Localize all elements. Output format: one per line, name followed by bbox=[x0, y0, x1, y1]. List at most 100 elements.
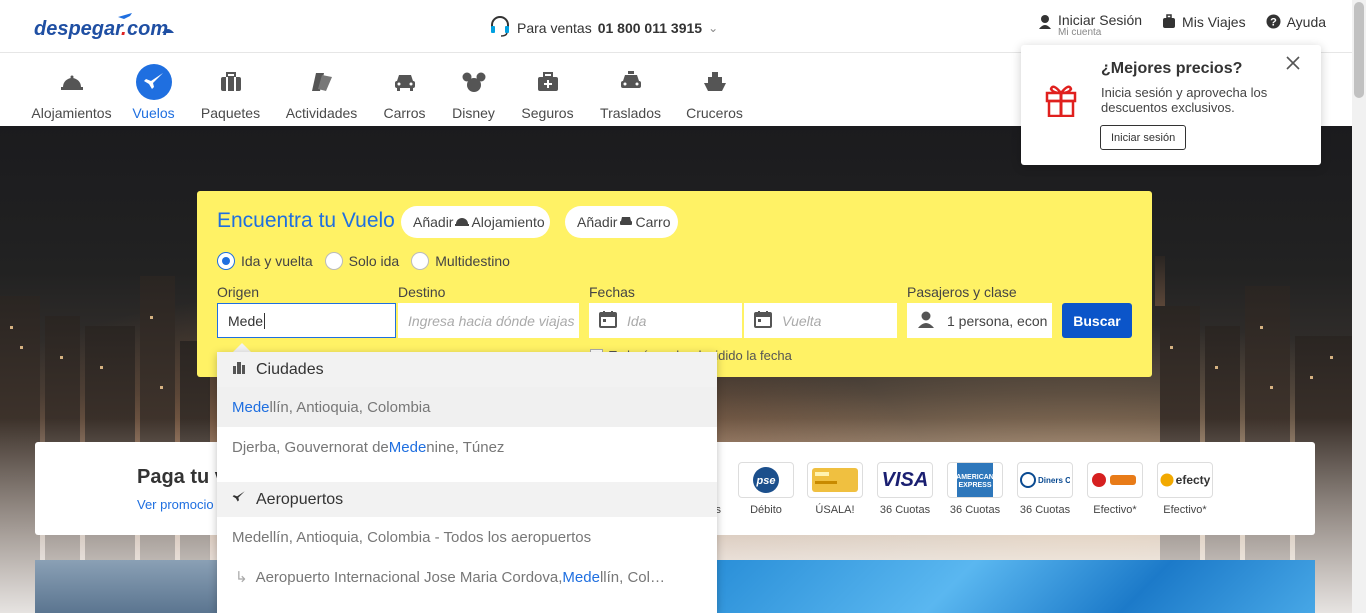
trip-type-multi[interactable]: Multidestino bbox=[411, 252, 510, 270]
origin-autocomplete-dropdown: Ciudades Mede llín, Antioquia, Colombia D… bbox=[217, 352, 717, 613]
trip-type-label: Ida y vuelta bbox=[241, 253, 313, 269]
origin-label: Origen bbox=[217, 284, 260, 300]
page-scrollbar[interactable] bbox=[1352, 0, 1366, 613]
payment-caption: Efectivo* bbox=[1163, 504, 1207, 516]
nav-label: Actividades bbox=[285, 105, 358, 121]
option-text: Aeropuerto Internacional Jose Maria Cord… bbox=[255, 568, 563, 586]
help-icon: ? bbox=[1266, 14, 1281, 32]
trip-type-group: Ida y vuelta Solo ida Multidestino bbox=[217, 252, 510, 270]
my-trips-link[interactable]: Mis Viajes bbox=[1162, 14, 1246, 33]
visa-logo-icon: VISA bbox=[877, 462, 933, 498]
luggage-icon bbox=[1162, 14, 1176, 33]
city-option[interactable]: Djerba, Gouvernorat de Mede nine, Túnez bbox=[217, 427, 717, 467]
sub-arrow-icon: ↳ bbox=[235, 569, 248, 586]
nav-item-alojamientos[interactable]: Alojamientos bbox=[31, 64, 112, 121]
payment-method-usala: ÚSALA! bbox=[807, 462, 863, 516]
add-car-button[interactable]: Añadir Carro bbox=[565, 206, 678, 238]
payment-caption: Efectivo* bbox=[1093, 504, 1137, 516]
city-option[interactable]: Mede llín, Antioquia, Colombia bbox=[217, 387, 717, 427]
nav-label: Cruceros bbox=[686, 105, 743, 121]
mickey-icon bbox=[456, 64, 492, 100]
flight-search-box: Encuentra tu Vuelo Añadir Alojamiento Añ… bbox=[197, 191, 1152, 377]
nav-item-disney[interactable]: Disney bbox=[452, 64, 495, 121]
taxi-icon bbox=[613, 64, 649, 100]
airplane-icon bbox=[135, 64, 172, 100]
calendar-icon bbox=[754, 310, 772, 331]
pax-value: 1 persona, econ bbox=[947, 312, 1048, 329]
insurance-bag-icon bbox=[530, 64, 566, 100]
pse-logo-icon: pse bbox=[738, 462, 794, 498]
popover-text: Inicia sesión y aprovecha los descuentos… bbox=[1101, 85, 1268, 115]
pax-class-selector[interactable]: 1 persona, econ bbox=[907, 303, 1052, 338]
gift-icon bbox=[1045, 81, 1077, 122]
car-icon bbox=[619, 214, 633, 230]
search-button[interactable]: Buscar bbox=[1062, 303, 1132, 338]
dropdown-spacer bbox=[217, 467, 717, 482]
user-icon bbox=[917, 310, 935, 331]
sales-phone[interactable]: Para ventas 01 800 011 3915 ⌄ bbox=[489, 15, 718, 40]
dates-label: Fechas bbox=[589, 284, 635, 300]
pax-label: Pasajeros y clase bbox=[907, 284, 1017, 300]
add-lodging-button[interactable]: Añadir Alojamiento bbox=[401, 206, 550, 238]
popover-login-button[interactable]: Iniciar sesión bbox=[1100, 125, 1187, 150]
diners-logo-icon: Diners Club bbox=[1017, 462, 1073, 498]
nav-item-cruceros[interactable]: Cruceros bbox=[686, 64, 743, 121]
payment-caption: 36 Cuotas bbox=[879, 504, 931, 516]
promotions-link[interactable]: Ver promocio bbox=[137, 497, 214, 512]
headset-icon bbox=[489, 15, 511, 40]
hotel-bell-icon bbox=[54, 64, 90, 100]
scrollbar-thumb[interactable] bbox=[1354, 2, 1364, 98]
trip-type-roundtrip[interactable]: Ida y vuelta bbox=[217, 252, 313, 270]
despegar-logo[interactable]: despegar . com bbox=[34, 11, 179, 43]
text-cursor bbox=[264, 312, 266, 329]
origin-input[interactable]: Mede bbox=[217, 303, 396, 338]
payment-caption: ÚSALA! bbox=[815, 504, 855, 516]
add-car-suffix: Carro bbox=[635, 214, 671, 230]
ship-icon bbox=[697, 64, 733, 100]
option-text: llín, Col… bbox=[599, 568, 665, 586]
return-placeholder: Vuelta bbox=[782, 312, 822, 329]
origin-value: Mede bbox=[228, 312, 264, 329]
nav-label: Seguros bbox=[521, 105, 574, 121]
payment-method-visa: VISA 36 Cuotas bbox=[877, 462, 933, 516]
nav-label: Paquetes bbox=[200, 105, 261, 121]
sales-number: 01 800 011 3915 bbox=[597, 19, 703, 36]
airports-header-label: Aeropuertos bbox=[256, 490, 344, 508]
payment-method-baloto: Efectivo* bbox=[1087, 462, 1143, 516]
svg-text:pse: pse bbox=[756, 475, 776, 487]
destination-label: Destino bbox=[398, 284, 446, 300]
promo-banner-left[interactable] bbox=[35, 560, 220, 613]
airport-option[interactable]: ↳ Aeropuerto Internacional Jose Maria Co… bbox=[217, 557, 717, 597]
help-link[interactable]: ? Ayuda bbox=[1266, 14, 1326, 32]
nav-item-carros[interactable]: Carros bbox=[384, 64, 426, 121]
nav-item-traslados[interactable]: Traslados bbox=[600, 64, 661, 121]
nav-item-actividades[interactable]: Actividades bbox=[285, 64, 358, 121]
efecty-logo-icon: efecty bbox=[1157, 462, 1213, 498]
return-date-input[interactable]: Vuelta bbox=[744, 303, 897, 338]
nav-label: Disney bbox=[452, 105, 495, 121]
trip-type-oneway[interactable]: Solo ida bbox=[324, 252, 399, 270]
login-sub: Mi cuenta bbox=[1058, 27, 1102, 38]
my-trips-label: Mis Viajes bbox=[1182, 14, 1246, 30]
airport-option-all[interactable]: Medellín, Antioquia, Colombia - Todos lo… bbox=[217, 517, 717, 557]
baloto-logo-icon bbox=[1087, 462, 1143, 498]
svg-text:AMERICAN: AMERICAN bbox=[957, 474, 993, 481]
match-text: Mede bbox=[388, 438, 427, 456]
depart-date-input[interactable]: Ida bbox=[589, 303, 742, 338]
tickets-icon bbox=[304, 64, 340, 100]
nav-item-paquetes[interactable]: Paquetes bbox=[200, 64, 261, 121]
car-icon bbox=[387, 64, 423, 100]
login-link[interactable]: Iniciar Sesión Mi cuenta bbox=[1038, 12, 1142, 38]
promo-banner-right[interactable] bbox=[717, 560, 1315, 613]
efecty-wordmark: efecty bbox=[1175, 473, 1211, 487]
close-icon[interactable] bbox=[1285, 55, 1301, 76]
user-icon bbox=[1038, 12, 1052, 33]
payment-method-amex: AMERICAN EXPRESS 36 Cuotas bbox=[947, 462, 1003, 516]
destination-input[interactable]: Ingresa hacia dónde viajas bbox=[398, 303, 579, 338]
add-lodging-label: Añadir bbox=[413, 214, 454, 230]
nav-item-vuelos[interactable]: Vuelos bbox=[132, 64, 175, 121]
cities-header: Ciudades bbox=[217, 352, 717, 387]
hotel-bell-icon bbox=[455, 214, 470, 230]
option-text: nine, Túnez bbox=[426, 438, 505, 456]
nav-item-seguros[interactable]: Seguros bbox=[521, 64, 574, 121]
